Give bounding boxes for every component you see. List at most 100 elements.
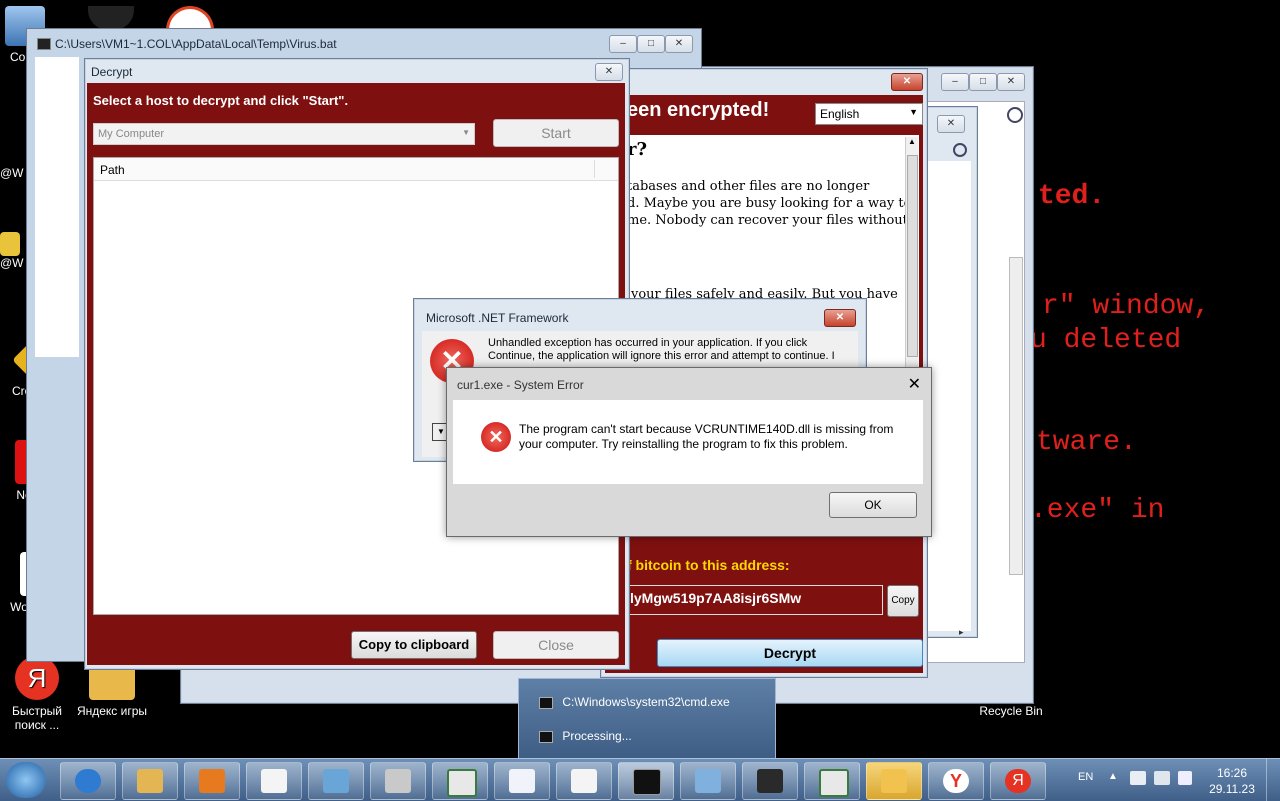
popup-item[interactable]: Processing... bbox=[539, 729, 632, 743]
yandex-icon: Я bbox=[15, 656, 59, 700]
taskbar: Y Я EN ▲ 16:26 29.11.23 bbox=[0, 758, 1280, 801]
minimize-button[interactable]: – bbox=[609, 35, 637, 53]
dialog-body: ✕ The program can't start because VCRUNT… bbox=[453, 400, 923, 484]
system-error-dialog[interactable]: cur1.exe - System Error ✕ ✕ The program … bbox=[446, 367, 932, 537]
scroll-up-arrow[interactable]: ▲ bbox=[906, 137, 918, 146]
popup-item-label: Processing... bbox=[562, 729, 632, 743]
cmd-icon bbox=[539, 730, 553, 743]
console-line: tware. bbox=[1036, 427, 1137, 458]
bitcoin-address-field[interactable]: lyMgw519p7AA8isjr6SMw bbox=[619, 585, 883, 615]
decrypt-button[interactable]: Decrypt bbox=[657, 639, 923, 667]
maximize-button[interactable]: □ bbox=[637, 35, 665, 53]
close-icon[interactable]: ✕ bbox=[908, 374, 921, 394]
desktop-icon-yandex-search[interactable]: Я Быстрый поиск ... bbox=[2, 656, 72, 732]
close-button[interactable]: Close bbox=[493, 631, 619, 659]
yandex-browser-icon: Y bbox=[943, 769, 969, 793]
control-panel-icon bbox=[323, 769, 349, 793]
ransom-body-line: d. Maybe you are busy looking for a way … bbox=[627, 196, 912, 211]
taskbar-item-explorer[interactable] bbox=[122, 762, 178, 800]
popup-item[interactable]: C:\Windows\system32\cmd.exe bbox=[539, 695, 730, 709]
decrypt-instruction: Select a host to decrypt and click "Star… bbox=[93, 93, 349, 108]
close-button[interactable]: ✕ bbox=[595, 63, 623, 81]
path-column-header[interactable]: Path bbox=[94, 158, 618, 181]
desktop-icon-label: Быстрый поиск ... bbox=[12, 704, 62, 732]
window-title: Decrypt bbox=[91, 65, 133, 79]
host-select[interactable]: My Computer ▼ bbox=[93, 123, 475, 145]
taskbar-item-yandex[interactable]: Я bbox=[990, 762, 1046, 800]
titlebar: C:\Users\VM1~1.COL\AppData\Local\Temp\Vi… bbox=[27, 29, 701, 57]
taskbar-item-app[interactable] bbox=[432, 762, 488, 800]
close-button[interactable]: ✕ bbox=[665, 35, 693, 53]
taskbar-item-bat2[interactable] bbox=[556, 762, 612, 800]
app-icon[interactable] bbox=[88, 6, 134, 30]
close-button[interactable]: ✕ bbox=[824, 309, 856, 327]
language-value: English bbox=[820, 107, 860, 121]
close-button[interactable]: ✕ bbox=[891, 73, 923, 91]
taskbar-item-installer[interactable] bbox=[370, 762, 426, 800]
network-tray-icon[interactable] bbox=[1154, 771, 1170, 785]
chevron-down-icon: ▼ bbox=[909, 107, 918, 117]
ie-icon bbox=[75, 769, 101, 793]
dialog-message-line: Unhandled exception has occurred in your… bbox=[488, 337, 808, 349]
start-button[interactable] bbox=[6, 762, 46, 798]
media-player-icon bbox=[199, 769, 225, 793]
ok-button[interactable]: OK bbox=[829, 492, 917, 518]
desktop-icon-label: Recycle Bin bbox=[979, 704, 1043, 718]
dialog-message-line: Continue, the application will ignore th… bbox=[488, 350, 834, 362]
taskbar-item-file[interactable] bbox=[494, 762, 550, 800]
vertical-scrollbar[interactable] bbox=[1009, 257, 1023, 575]
copy-button[interactable]: Copy bbox=[887, 585, 919, 617]
language-indicator[interactable]: EN bbox=[1078, 771, 1093, 783]
search-icon[interactable] bbox=[1007, 107, 1023, 123]
popup-item-label: C:\Windows\system32\cmd.exe bbox=[562, 695, 730, 709]
taskbar-item-control[interactable] bbox=[308, 762, 364, 800]
scroll-thumb[interactable] bbox=[907, 155, 918, 357]
error-icon: ✕ bbox=[481, 422, 511, 452]
volume-muted-icon[interactable] bbox=[1178, 771, 1192, 785]
language-select[interactable]: English ▼ bbox=[815, 103, 923, 125]
window-icon bbox=[447, 769, 477, 797]
column-path-label: Path bbox=[100, 163, 125, 177]
error-message-line: The program can't start because VCRUNTIM… bbox=[519, 422, 894, 436]
cmd-taskbar-popup[interactable]: C:\Windows\system32\cmd.exe Processing..… bbox=[518, 678, 776, 760]
close-button[interactable]: ✕ bbox=[937, 115, 965, 133]
cmd-icon bbox=[539, 696, 553, 709]
scroll-right-arrow[interactable]: ▸ bbox=[959, 627, 964, 638]
console-line: u deleted bbox=[1030, 325, 1182, 356]
maximize-button[interactable]: □ bbox=[969, 73, 997, 91]
window-title: C:\Users\VM1~1.COL\AppData\Local\Temp\Vi… bbox=[55, 37, 337, 51]
bitcoin-address: lyMgw519p7AA8isjr6SMw bbox=[630, 590, 802, 606]
taskbar-item-grid[interactable] bbox=[742, 762, 798, 800]
minimize-button[interactable]: – bbox=[941, 73, 969, 91]
close-button[interactable]: ✕ bbox=[997, 73, 1025, 91]
taskbar-item-bat1[interactable] bbox=[246, 762, 302, 800]
taskbar-item-media[interactable] bbox=[184, 762, 240, 800]
cmd-icon bbox=[37, 38, 51, 50]
column-divider bbox=[594, 160, 595, 178]
ransom-body-line: me. Nobody can recover your files withou… bbox=[627, 213, 908, 228]
cmd-icon bbox=[633, 769, 661, 795]
taskbar-item-handshake[interactable] bbox=[866, 762, 922, 800]
clock-time[interactable]: 16:26 bbox=[1210, 766, 1254, 780]
console-line: .exe" in bbox=[1030, 495, 1165, 526]
dialog-title: Microsoft .NET Framework bbox=[426, 311, 569, 325]
action-center-icon[interactable] bbox=[1130, 771, 1146, 785]
tray-expand-icon[interactable]: ▲ bbox=[1108, 771, 1118, 782]
start-button[interactable]: Start bbox=[493, 119, 619, 147]
desktop-icon-yandex-games[interactable]: Яндекс игры bbox=[76, 664, 148, 718]
chevron-down-icon: ▼ bbox=[462, 128, 470, 137]
file-icon bbox=[509, 769, 535, 793]
taskbar-item-ie[interactable] bbox=[60, 762, 116, 800]
console-line: ted. bbox=[1038, 181, 1106, 212]
desktop-icon-label: Яндекс игры bbox=[76, 704, 148, 718]
ransom-body-line: tabases and other files are no longer bbox=[627, 179, 870, 194]
taskbar-item-app2[interactable] bbox=[804, 762, 860, 800]
copy-to-clipboard-button[interactable]: Copy to clipboard bbox=[351, 631, 477, 659]
search-icon[interactable] bbox=[953, 143, 967, 157]
taskbar-item-yandex-browser[interactable]: Y bbox=[928, 762, 984, 800]
taskbar-item-cmd[interactable] bbox=[618, 762, 674, 800]
window-icon bbox=[819, 769, 849, 797]
taskbar-item-network[interactable] bbox=[680, 762, 736, 800]
clock-date[interactable]: 29.11.23 bbox=[1204, 782, 1260, 796]
show-desktop-button[interactable] bbox=[1266, 759, 1280, 801]
